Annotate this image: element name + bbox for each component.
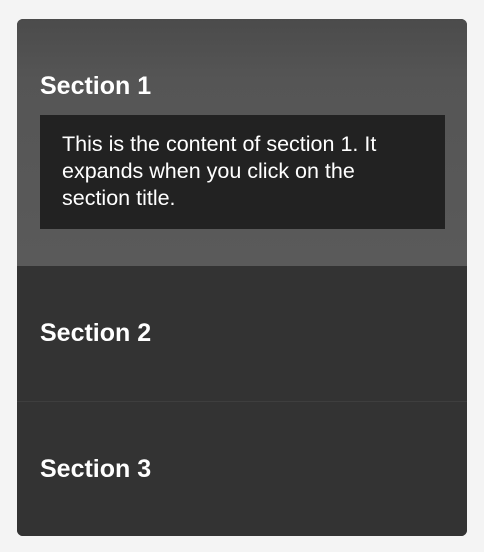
- accordion-section-1: Section 1 This is the content of section…: [17, 19, 467, 266]
- section-1-content: This is the content of section 1. It exp…: [40, 115, 445, 229]
- section-2-title[interactable]: Section 2: [17, 266, 467, 348]
- accordion: Section 1 This is the content of section…: [17, 19, 467, 536]
- section-1-title[interactable]: Section 1: [17, 19, 467, 101]
- accordion-section-2: Section 2: [17, 266, 467, 401]
- accordion-section-3: Section 3: [17, 401, 467, 536]
- section-3-title[interactable]: Section 3: [17, 402, 467, 484]
